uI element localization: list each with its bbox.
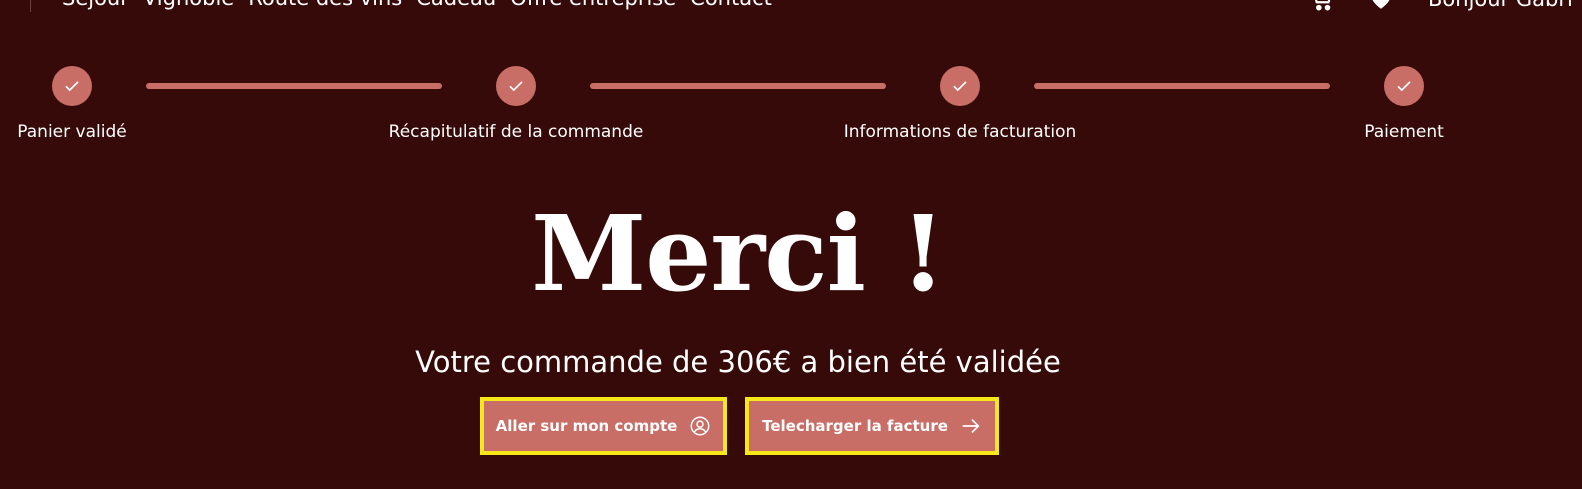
cart-icon[interactable] [1308, 0, 1334, 12]
order-confirmation-text: Votre commande de 306€ a bien été validé… [415, 345, 1061, 379]
download-invoice-label: Telecharger la facture [762, 417, 948, 435]
nav-right: Bonjour Gabri [1308, 0, 1573, 12]
nav-link-sejour[interactable]: Séjour [62, 0, 129, 10]
nav-link-route-des-vins[interactable]: Route des vins [248, 0, 402, 10]
page-title: Merci ! [531, 192, 946, 315]
nav-link-vignoble[interactable]: Vignoble [143, 0, 234, 10]
user-circle-icon [690, 416, 710, 436]
nav-link-offre-entreprise[interactable]: Offre entreprise [510, 0, 676, 10]
download-invoice-button[interactable]: Telecharger la facture [745, 397, 999, 455]
nav-divider [30, 0, 31, 12]
checkout-stepper: Panier validé Récapitulatif de la comman… [0, 66, 1582, 146]
step-label-panier: Panier validé [17, 122, 127, 142]
step-connector-1 [146, 83, 442, 89]
step-label-facturation: Informations de facturation [843, 122, 1077, 142]
top-navigation: Séjour Vignoble Route des vins Cadeau Of… [0, 0, 1582, 16]
step-1-check-icon [52, 66, 92, 106]
nav-links: Séjour Vignoble Route des vins Cadeau Of… [62, 0, 772, 10]
arrow-right-icon [962, 418, 980, 434]
step-label-paiement: Paiement [1364, 122, 1444, 142]
step-label-recapitulatif: Récapitulatif de la commande [388, 122, 644, 142]
step-4-check-icon [1384, 66, 1424, 106]
nav-link-cadeau[interactable]: Cadeau [416, 0, 496, 10]
user-greeting[interactable]: Bonjour Gabri [1428, 0, 1573, 11]
go-to-account-button[interactable]: Aller sur mon compte [480, 397, 727, 455]
nav-link-contact[interactable]: Contact [690, 0, 772, 10]
step-2-check-icon [496, 66, 536, 106]
heart-icon[interactable] [1368, 0, 1394, 12]
step-connector-2 [590, 83, 886, 89]
step-3-check-icon [940, 66, 980, 106]
go-to-account-label: Aller sur mon compte [495, 417, 678, 435]
step-connector-3 [1034, 83, 1330, 89]
